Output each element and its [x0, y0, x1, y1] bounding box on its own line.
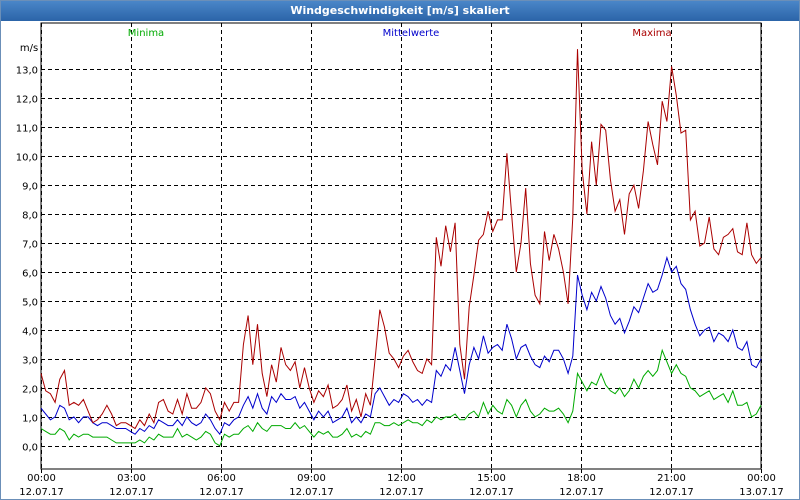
x-tick-label-date: 12.07.17: [469, 487, 514, 498]
legend-mittelwerte: Mittelwerte: [383, 28, 440, 39]
x-tick-label-time: 06:00: [207, 473, 236, 484]
y-tick-label: 11,0: [16, 124, 38, 135]
legend-minima: Minima: [128, 28, 164, 39]
chart-window: Windgeschwindigkeit [m/s] skaliert 0,0 1,…: [0, 0, 800, 500]
x-tick-label-time: 09:00: [297, 473, 326, 484]
chart-canvas: 0,0 1,0 2,0 3,0 4,0 5,0 6,0 7,0 8,0 9,0 10,0 11,0 12…: [16, 22, 784, 498]
x-tick-label-time: 00:00: [747, 473, 776, 484]
x-tick-label-date: 12.07.17: [649, 487, 694, 498]
y-tick-label: 5,0: [22, 298, 38, 309]
y-tick-label: 3,0: [22, 356, 38, 367]
x-tick-label-date: 12.07.17: [19, 487, 64, 498]
y-tick-label: 12,0: [16, 95, 38, 106]
x-tick-label-time: 12:00: [387, 473, 416, 484]
x-tick-label-date: 13.07.17: [739, 487, 784, 498]
x-tick-label-time: 15:00: [477, 473, 506, 484]
x-tick-label-date: 12.07.17: [379, 487, 424, 498]
x-tick-label-date: 12.07.17: [109, 487, 154, 498]
x-tick-label-date: 12.07.17: [289, 487, 334, 498]
y-tick-label: 1,0: [22, 414, 38, 425]
x-tick-label-date: 12.07.17: [199, 487, 244, 498]
x-tick-label-time: 21:00: [657, 473, 686, 484]
y-tick-label: 9,0: [22, 182, 38, 193]
legend-maxima: Maxima: [632, 28, 671, 39]
y-tick-label: 4,0: [22, 327, 38, 338]
y-tick-label: 6,0: [22, 269, 38, 280]
series-line-maxima: [40, 49, 762, 430]
x-tick-label-time: 18:00: [567, 473, 596, 484]
y-tick-label: 2,0: [22, 385, 38, 396]
y-tick-label: 10,0: [16, 153, 38, 164]
y-tick-label: 8,0: [22, 211, 38, 222]
x-tick-label-date: 12.07.17: [559, 487, 604, 498]
y-tick-label: 0,0: [22, 443, 38, 454]
y-axis-label: m/s: [20, 43, 38, 54]
x-tick-label-time: 03:00: [117, 473, 146, 484]
x-tick-label-time: 00:00: [27, 473, 56, 484]
y-tick-label: 7,0: [22, 240, 38, 251]
y-tick-label: 13,0: [16, 66, 38, 77]
